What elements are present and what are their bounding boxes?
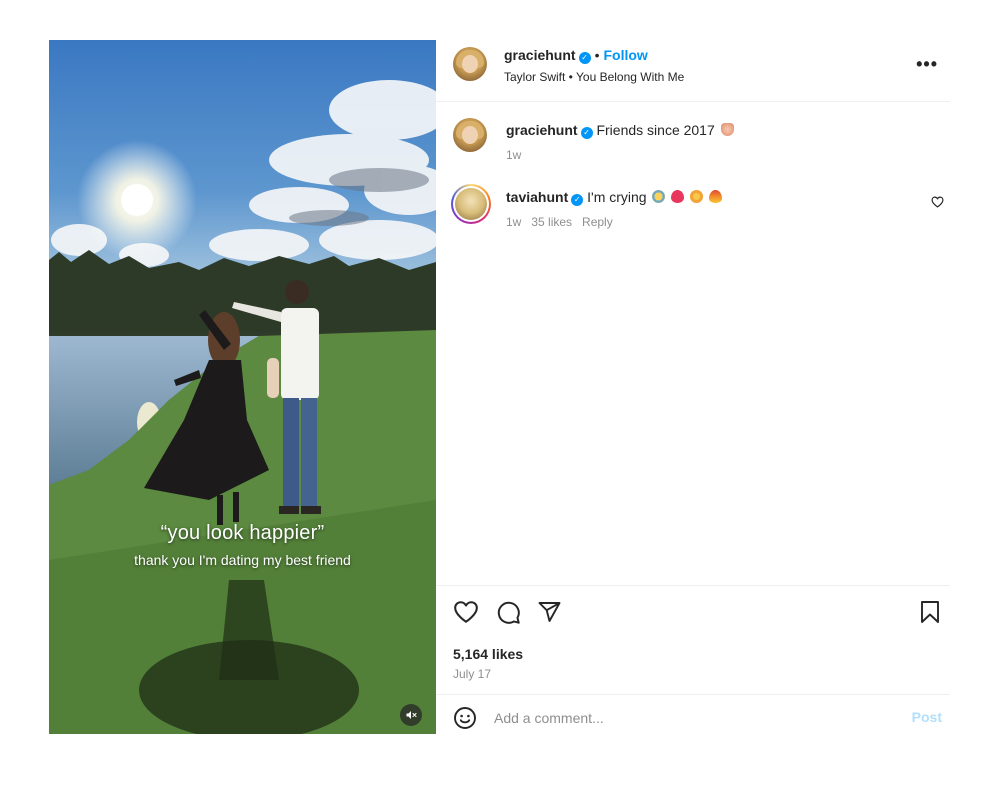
comment-time: 1w	[506, 215, 522, 229]
comment-meta: 1w 35 likes Reply	[506, 215, 623, 229]
follow-button[interactable]: Follow	[603, 47, 647, 63]
heart-hands-emoji	[720, 123, 734, 136]
avatar[interactable]	[453, 47, 487, 81]
header-username-row: graciehunt ✓ • Follow	[504, 47, 648, 64]
video-caption-sub: thank you I'm dating my best friend	[134, 552, 351, 568]
comment-text: taviahunt ✓ I'm crying	[506, 189, 723, 206]
more-options-button[interactable]: •••	[916, 54, 938, 75]
emoji-picker-button[interactable]	[453, 706, 477, 735]
post-date: July 17	[453, 667, 492, 681]
fire-emoji	[709, 190, 723, 203]
verified-badge-icon: ✓	[578, 52, 591, 64]
smiley-icon	[454, 707, 476, 729]
video-frame	[49, 80, 436, 734]
audio-link[interactable]: Taylor Swift • You Belong With Me	[504, 70, 684, 84]
caption-comment: graciehunt ✓ Friends since 2017 1w	[436, 116, 950, 166]
likes-count[interactable]: 5,164 likes	[453, 646, 523, 662]
comment-input[interactable]	[494, 707, 874, 729]
share-icon	[538, 602, 561, 622]
post-video[interactable]: “you look happier” thank you I'm dating …	[49, 40, 436, 734]
heart-eyes-emoji	[690, 190, 704, 203]
comment-username[interactable]: taviahunt	[506, 189, 568, 205]
post-actions: 5,164 likes July 17 Post	[436, 585, 950, 739]
crying-face-emoji	[652, 190, 666, 203]
bookmark-icon	[921, 601, 939, 623]
post-header: graciehunt ✓ • Follow Taylor Swift • You Be…	[436, 40, 950, 102]
video-caption-main: “you look happier”	[160, 522, 325, 544]
avatar[interactable]	[453, 118, 487, 152]
reply-button[interactable]: Reply	[582, 215, 613, 229]
comment-text: graciehunt ✓ Friends since 2017	[506, 122, 734, 139]
like-comment-button[interactable]	[931, 195, 944, 213]
heart-icon	[454, 601, 478, 623]
comment-body: I'm crying	[587, 189, 647, 205]
add-comment-bar: Post	[436, 694, 950, 740]
speaker-muted-icon	[406, 711, 417, 719]
comment-likes-link[interactable]: 35 likes	[531, 215, 572, 229]
treeline	[49, 250, 436, 332]
post-side-panel: graciehunt ✓ • Follow Taylor Swift • You Be…	[436, 40, 950, 734]
heart-emoji	[671, 190, 685, 203]
comment-button[interactable]	[496, 600, 521, 630]
like-button[interactable]	[453, 600, 479, 629]
verified-badge-icon: ✓	[580, 127, 593, 139]
comment-meta: 1w	[506, 148, 531, 162]
heart-icon	[931, 196, 944, 208]
comment-icon	[497, 601, 520, 624]
share-button[interactable]	[537, 600, 562, 629]
save-button[interactable]	[919, 600, 941, 629]
username-link[interactable]: graciehunt	[504, 47, 576, 63]
comment-item: taviahunt ✓ I'm crying 1w 35 likes Reply	[436, 183, 950, 239]
comment-time: 1w	[506, 148, 522, 162]
story-ring-avatar[interactable]	[451, 184, 491, 224]
mute-button[interactable]	[400, 704, 422, 726]
separator-dot: •	[594, 47, 600, 63]
post-comment-button[interactable]: Post	[912, 709, 942, 725]
comment-body: Friends since 2017	[596, 122, 715, 138]
comment-username[interactable]: graciehunt	[506, 122, 578, 138]
verified-badge-icon: ✓	[571, 194, 584, 206]
